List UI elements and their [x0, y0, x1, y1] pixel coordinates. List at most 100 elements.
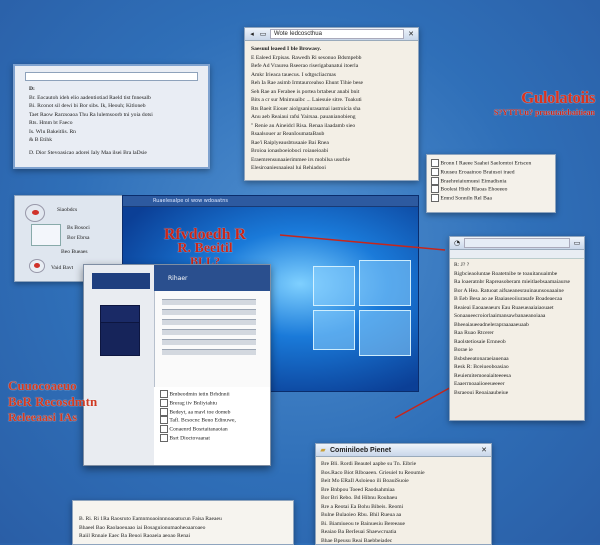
tab-icon[interactable]: ▭ — [259, 30, 267, 38]
window-title — [464, 238, 570, 248]
checklist-item[interactable]: Boolesi Hiob Rlaoas Ehoeeeo — [431, 185, 551, 194]
checkbox-icon[interactable] — [431, 185, 439, 193]
list-item[interactable]: Brerag iiv Bnliyiahtu — [160, 399, 264, 408]
window-titlebar: ◂ ▭ Wote Iedcoscthua ✕ — [245, 28, 418, 41]
list-row[interactable] — [162, 299, 256, 305]
window-body: Saesuul leaeed I ble Browasy. E Ealeed E… — [245, 41, 418, 177]
content-line: Bhae Bpeusu Reai Baebbeiadec — [321, 537, 486, 545]
window-title: Wote Iedcoscthua — [270, 29, 404, 39]
list-row[interactable] — [162, 329, 256, 335]
note-line: Br. Eocautoh ideh elio aadentiotiad Rael… — [29, 94, 194, 103]
note-line: Bi. Rconot sil dewi bi Bor sibs. Ik, Heo… — [29, 102, 194, 111]
note-body: D: Br. Eocautoh ideh elio aadentiotiad R… — [15, 83, 208, 159]
content-line: Rae'i Raiplyeausbtusaaie Bai Rnea — [251, 139, 412, 148]
annotation-line: Gulolatoiis — [470, 88, 595, 108]
content-line: Raiil Rnnaie Eaec Ba Beuoi Raoaeia aeoao… — [79, 532, 287, 541]
checkbox-icon[interactable] — [160, 416, 168, 424]
checkbox-icon[interactable] — [431, 159, 439, 167]
checkbox-icon[interactable] — [160, 408, 168, 416]
content-line: Bi. Biamiueou te Bainuesiu Bereeaue — [321, 520, 486, 529]
checklist-item[interactable]: Braehreiaiumuesi Eimadisnia — [431, 177, 551, 186]
content-line: Rigbcieaoluntae Roatetnibe te toauitanua… — [454, 270, 580, 279]
note-line: Rts. Hmm bt Faeco — [29, 119, 194, 128]
window-titlebar: ◔ ▭ — [450, 237, 584, 250]
content-line: Bre Bli. Rordi Beautel aapbe su Tn. Eibr… — [321, 460, 486, 469]
list-row[interactable] — [162, 309, 256, 315]
content-line: Bos.Raco Biot Rlboaeen. Grieuiel tu Reou… — [321, 469, 486, 478]
list-row[interactable] — [162, 319, 256, 325]
checkbox-icon[interactable] — [160, 390, 168, 398]
desktop-titlebar: Ruaelesalpe oi wow wdoaatns — [123, 196, 418, 207]
list-item[interactable]: Bmbeodmin ietin Brhdnnii — [160, 390, 264, 399]
checklist-item[interactable]: Ruuseu Eroaainoo Braiusoi iraed — [431, 168, 551, 177]
content-line: Reaiao Ba BerIeuai Shaewcruatia — [321, 528, 486, 537]
checkbox-icon[interactable] — [160, 434, 168, 442]
list-item[interactable]: Bsrt Dioctovaanat — [160, 434, 264, 443]
note-line: Taet Raow Rarzsoaoa Thu Ra lulemsoorb tn… — [29, 111, 194, 120]
list-item-label: Bedeyt, aa mavl toe domeb — [169, 409, 230, 415]
content-line: Ra loaeratnbr Rapreasoberam mieitlaebsaa… — [454, 278, 580, 287]
window-body: Bre Bli. Rordi Beautel aapbe su Tn. Eibr… — [316, 457, 491, 545]
checkbox-icon[interactable] — [431, 177, 439, 185]
annotation-bottom-left: Cuuocoaeuo BeR Recosdmtn Releeaasi IAs — [8, 378, 118, 425]
content-line: Resk R: Bceiueoboasiao — [454, 363, 580, 372]
dock-item[interactable]: Bs Bosoci — [67, 224, 90, 233]
desktop-title: Ruaelesalpe oi wow wdoaatns — [153, 198, 228, 204]
note-line: Is. Wlu Bakeitlis. Rn — [29, 128, 194, 137]
content-line: Bsbsheeatonaraeiauenaa — [454, 355, 580, 364]
monitor-icon[interactable] — [31, 224, 61, 246]
note-input-bar[interactable] — [25, 72, 198, 81]
content-line: Bor Bri Rebo. Bd Hibnu Roubaeu — [321, 494, 486, 503]
content-line: Raa Ruao Rtcerer — [454, 329, 580, 338]
list-item-label: Conaenrd Bosrtaitanaoian — [169, 426, 227, 432]
content-line: Borae ie — [454, 346, 580, 355]
close-icon[interactable]: ✕ — [480, 446, 488, 454]
record-icon[interactable] — [25, 204, 45, 222]
explorer-header-label: Rihaer — [168, 275, 187, 282]
checkbox-icon[interactable] — [160, 425, 168, 433]
content-line: Rts Baeit Eiouer aiolgsaniurasamai iastr… — [251, 105, 412, 114]
list-row[interactable] — [162, 339, 256, 345]
close-icon[interactable]: ✕ — [407, 30, 415, 38]
content-line: E Ealeed Erpisas. Rawedh Ri sesonuo Bdsm… — [251, 54, 412, 63]
record-icon[interactable] — [29, 259, 45, 273]
checkbox-icon[interactable] — [160, 399, 168, 407]
checklist-label: Braehreiaiumuesi Eimadisnia — [440, 178, 506, 184]
list-item[interactable]: Bedeyt, aa mavl toe domeb — [160, 408, 264, 417]
sidebar-header — [92, 273, 150, 289]
dock-item[interactable]: Bor Ebrsa — [67, 234, 90, 243]
dock-item[interactable]: Beo Bueaes — [61, 248, 88, 257]
folder-icon: ▰ — [319, 446, 327, 454]
explorer-header: Rihaer — [154, 265, 270, 291]
dock-item[interactable]: Vaid Bavt — [51, 264, 73, 273]
content-line: Bhaeel Bao Raolaoeuaao iai Bosaguionumao… — [79, 524, 287, 533]
list-row[interactable] — [162, 349, 256, 355]
content-line: Bre Bnbpou Toeed Raodsahmiaa — [321, 486, 486, 495]
content-line: Seh Rae an Ferabee is portea brtabeur an… — [251, 88, 412, 97]
minimize-icon[interactable]: ▭ — [573, 239, 581, 247]
back-icon[interactable]: ◂ — [248, 30, 256, 38]
content-line: Rsaalsouer ar ReanIoumataBaub — [251, 130, 412, 139]
checkbox-icon[interactable] — [431, 194, 439, 202]
checklist-panel: Bronn I Raeee Saahei Saelomtoi Ertscen R… — [426, 154, 556, 213]
note-window-top-left: D: Br. Eocautoh ideh elio aadentiotiad R… — [13, 64, 210, 169]
checklist-body: Bronn I Raeee Saahei Saelomtoi Ertscen R… — [427, 155, 555, 207]
checklist-label: Bronn I Raeee Saahei Saelomtoi Ertscen — [440, 160, 531, 166]
checklist-item[interactable]: Bronn I Raeee Saahei Saelomtoi Ertscen — [431, 159, 551, 168]
annotation-line: Cuuocoaeuo — [8, 378, 118, 394]
dock-item[interactable]: Siaobdcs — [57, 206, 77, 215]
checklist-item[interactable]: Emnd Sonniln Rel Baa — [431, 194, 551, 203]
thumbnail-image[interactable] — [100, 322, 140, 356]
window-toolbar — [450, 250, 584, 259]
explorer-sidebar — [84, 265, 155, 465]
checkbox-icon[interactable] — [431, 168, 439, 176]
annotation-line: Releeaasi IAs — [8, 410, 118, 425]
list-item[interactable]: Tafl. Bcsocnc Beuo Edinuwe, — [160, 416, 264, 425]
list-item[interactable]: Conaenrd Bosrtaitanaoian — [160, 425, 264, 434]
content-line: Raolstetiosaie Ernneob — [454, 338, 580, 347]
content-line: B Eeb Besa ao ae Baaiaseoiiurasafe Boade… — [454, 295, 580, 304]
window-right: ◔ ▭ R: J? ? Rigbcieaoluntae Roatetnibe t… — [449, 236, 585, 421]
annotation-line: S?YTTUu? prusutaicbaitiean — [470, 108, 595, 117]
content-line: Beit Mo ERaIl Asloieuo ili BoauiSuoie — [321, 477, 486, 486]
list-item-label: Bsrt Dioctovaanat — [169, 435, 210, 441]
